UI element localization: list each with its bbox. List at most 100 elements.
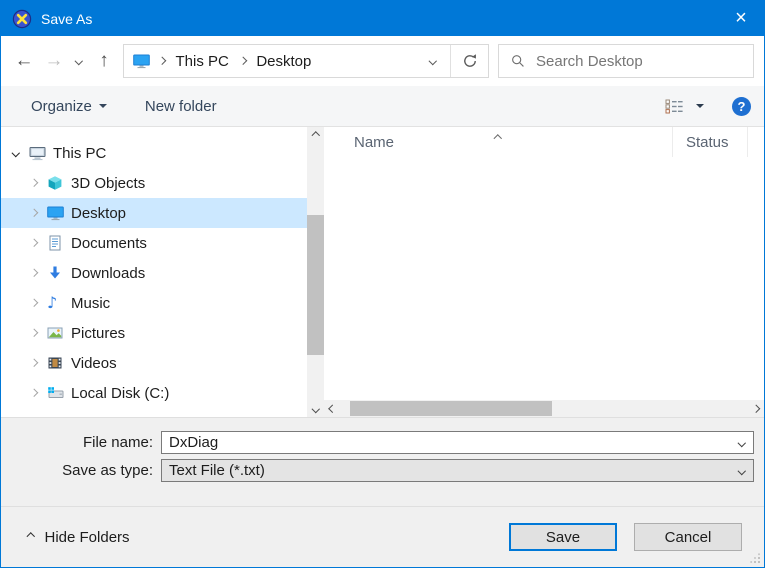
save-as-type-label: Save as type: bbox=[62, 462, 153, 479]
sidebar-item-pictures[interactable]: Pictures bbox=[1, 318, 307, 348]
window-title: Save As bbox=[41, 10, 93, 27]
tree-vertical-scrollbar[interactable] bbox=[307, 127, 324, 417]
cancel-button[interactable]: Cancel bbox=[634, 523, 742, 551]
breadcrumb-separator-icon bbox=[238, 57, 247, 65]
computer-icon bbox=[29, 145, 46, 161]
organize-button[interactable]: Organize bbox=[31, 98, 107, 115]
file-name-combobox[interactable] bbox=[161, 431, 754, 454]
chevron-collapsed-icon[interactable] bbox=[26, 269, 42, 277]
close-icon: × bbox=[735, 7, 747, 29]
save-as-type-value: Text File (*.txt) bbox=[169, 462, 265, 479]
sidebar-item-music[interactable]: ♪ Music bbox=[1, 288, 307, 318]
sidebar-item-this-pc[interactable]: This PC bbox=[1, 138, 307, 168]
question-mark-icon: ? bbox=[737, 98, 746, 114]
save-button[interactable]: Save bbox=[509, 523, 617, 551]
search-input[interactable] bbox=[534, 51, 753, 71]
sidebar-item-downloads[interactable]: Downloads bbox=[1, 258, 307, 288]
videos-icon bbox=[47, 355, 64, 371]
dxdiag-app-icon bbox=[12, 9, 32, 28]
chevron-collapsed-icon[interactable] bbox=[26, 299, 42, 307]
vertical-scrollbar-thumb[interactable] bbox=[307, 215, 324, 355]
sidebar-item-3d-objects[interactable]: 3D Objects bbox=[1, 168, 307, 198]
dialog-footer: Hide Folders Save Cancel bbox=[1, 506, 764, 567]
column-label: Status bbox=[686, 133, 729, 151]
hide-folders-button[interactable]: Hide Folders bbox=[26, 528, 130, 546]
change-view-button[interactable] bbox=[665, 99, 704, 114]
sidebar-item-documents[interactable]: Documents bbox=[1, 228, 307, 258]
search-box[interactable] bbox=[498, 44, 754, 78]
refresh-button[interactable] bbox=[451, 45, 488, 77]
search-icon bbox=[512, 55, 524, 67]
music-note-icon: ♪ bbox=[47, 293, 58, 312]
file-list-empty-area[interactable] bbox=[324, 157, 764, 400]
sidebar-item-label: This PC bbox=[53, 144, 107, 162]
command-toolbar: Organize New folder ? bbox=[1, 86, 764, 127]
recent-locations-button[interactable] bbox=[69, 45, 89, 77]
chevron-down-icon bbox=[75, 57, 83, 65]
chevron-collapsed-icon[interactable] bbox=[26, 359, 42, 367]
sidebar-item-local-disk-c[interactable]: Local Disk (C:) bbox=[1, 378, 307, 408]
chevron-expanded-icon[interactable] bbox=[8, 149, 24, 157]
scroll-left-icon[interactable] bbox=[324, 400, 341, 417]
column-header-row: Name Status bbox=[324, 127, 764, 157]
chevron-down-icon bbox=[696, 104, 704, 108]
footer-button-group: Save Cancel bbox=[509, 523, 742, 551]
downloads-icon bbox=[47, 265, 64, 281]
sidebar-item-label: Documents bbox=[71, 234, 147, 252]
close-button[interactable]: × bbox=[718, 1, 764, 36]
chevron-collapsed-icon[interactable] bbox=[26, 209, 42, 217]
sidebar-item-label: Music bbox=[71, 294, 111, 312]
scroll-right-icon[interactable] bbox=[747, 400, 764, 417]
scroll-up-icon[interactable] bbox=[307, 127, 324, 144]
navigation-bar: ← → ↑ This PC Desktop bbox=[1, 36, 764, 86]
new-folder-button[interactable]: New folder bbox=[145, 98, 217, 115]
chevron-down-icon[interactable] bbox=[737, 466, 746, 475]
dialog-bottom-section: File name: Save as type: Text File (*.tx… bbox=[1, 417, 764, 567]
breadcrumb-desktop[interactable]: Desktop bbox=[247, 45, 320, 77]
toolbar-right-group: ? bbox=[665, 96, 764, 116]
sidebar-item-label: Downloads bbox=[71, 264, 146, 282]
chevron-collapsed-icon[interactable] bbox=[26, 329, 42, 337]
pictures-icon bbox=[47, 325, 64, 341]
file-list-pane: Name Status bbox=[324, 127, 764, 417]
back-button[interactable]: ← bbox=[9, 45, 39, 77]
chevron-collapsed-icon[interactable] bbox=[26, 179, 42, 187]
horizontal-scrollbar-thumb[interactable] bbox=[350, 401, 552, 416]
breadcrumb-separator-icon bbox=[157, 57, 166, 65]
chevron-collapsed-icon[interactable] bbox=[26, 389, 42, 397]
list-horizontal-scrollbar[interactable] bbox=[324, 400, 764, 417]
help-button[interactable]: ? bbox=[732, 96, 751, 116]
scroll-down-icon[interactable] bbox=[307, 400, 324, 417]
chevron-down-icon[interactable] bbox=[737, 438, 746, 447]
sidebar-item-label: 3D Objects bbox=[71, 174, 146, 192]
sidebar-item-desktop[interactable]: Desktop bbox=[1, 198, 307, 228]
desktop-location-icon bbox=[133, 54, 150, 69]
chevron-collapsed-icon[interactable] bbox=[26, 239, 42, 247]
forward-button[interactable]: → bbox=[39, 45, 69, 77]
save-as-type-select[interactable]: Text File (*.txt) bbox=[161, 459, 754, 482]
up-button[interactable]: ↑ bbox=[89, 45, 119, 77]
resize-grip-icon[interactable] bbox=[750, 553, 761, 564]
chevron-up-icon bbox=[26, 533, 35, 541]
file-name-input[interactable] bbox=[162, 434, 739, 451]
file-name-row: File name: bbox=[1, 431, 764, 454]
sidebar-item-videos[interactable]: Videos bbox=[1, 348, 307, 378]
breadcrumb-this-pc[interactable]: This PC bbox=[167, 45, 238, 77]
title-bar: Save As × bbox=[1, 1, 764, 36]
up-arrow-icon: ↑ bbox=[99, 50, 109, 71]
sidebar-item-label: Desktop bbox=[71, 204, 127, 222]
refresh-icon bbox=[463, 54, 476, 67]
column-header-status[interactable]: Status bbox=[673, 127, 748, 157]
address-dropdown-button[interactable] bbox=[416, 45, 450, 77]
column-label: Name bbox=[354, 133, 395, 151]
address-bar[interactable]: This PC Desktop bbox=[123, 44, 489, 78]
organize-label: Organize bbox=[31, 97, 92, 115]
folder-tree: This PC 3D Objects Desktop Documents Dow… bbox=[1, 127, 307, 417]
documents-icon bbox=[47, 235, 64, 251]
hide-folders-label: Hide Folders bbox=[44, 528, 130, 546]
sidebar-item-label: Pictures bbox=[71, 324, 126, 342]
sidebar-item-label: Videos bbox=[71, 354, 117, 372]
save-as-type-row: Save as type: Text File (*.txt) bbox=[1, 459, 764, 482]
forward-arrow-icon: → bbox=[44, 50, 64, 71]
sort-ascending-icon bbox=[493, 128, 502, 145]
